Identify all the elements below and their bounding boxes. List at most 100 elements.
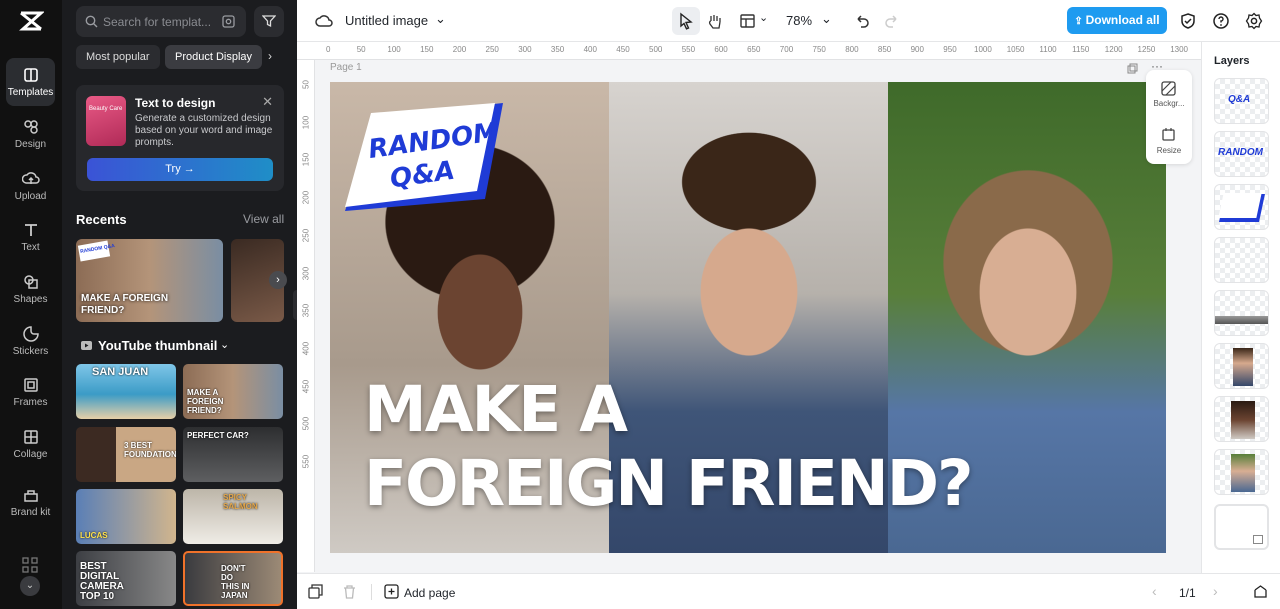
template-tile[interactable]: BEST DIGITAL CAMERA TOP 10 <box>76 551 176 606</box>
layer-item[interactable] <box>1214 184 1269 230</box>
settings-gear-icon[interactable] <box>1245 12 1263 30</box>
delete-page-icon[interactable] <box>342 584 357 599</box>
search-input[interactable]: Search for templat... <box>103 15 211 29</box>
ruler-tick: 450 <box>616 45 630 54</box>
chevron-down-icon[interactable]: ⌄ <box>821 11 832 27</box>
sidebar-item-label: Shapes <box>13 294 48 305</box>
ruler-tick: 200 <box>452 45 467 54</box>
youtube-thumbnail-title[interactable]: YouTube thumbnail <box>98 338 217 353</box>
hand-icon[interactable] <box>706 12 724 30</box>
sidebar-item-shapes[interactable]: Shapes <box>6 265 55 313</box>
app-root: Templates Design Upload Text Shapes Stic… <box>0 0 1280 609</box>
headline-line-1[interactable]: MAKE A <box>364 378 628 441</box>
sidebar-item-collage[interactable]: Collage <box>6 420 55 468</box>
template-search-box[interactable]: Search for templat... <box>76 6 246 37</box>
redo-icon[interactable] <box>883 12 901 30</box>
page-label: Page 1 <box>330 62 362 73</box>
ruler-tick: 850 <box>877 45 892 54</box>
layer-item[interactable] <box>1214 396 1269 442</box>
ruler-tick: 800 <box>845 45 859 54</box>
layer-item[interactable] <box>1214 449 1269 495</box>
image-search-icon[interactable] <box>222 15 235 28</box>
chevron-down-icon[interactable]: ⌄ <box>220 338 229 351</box>
ruler-tick: 100 <box>387 45 401 54</box>
layer-item[interactable] <box>1214 343 1269 389</box>
design-icon <box>23 120 38 134</box>
capcut-logo[interactable] <box>18 9 44 33</box>
youtube-icon <box>81 341 92 350</box>
background-tool-label[interactable]: Backgr... <box>1146 99 1192 108</box>
help-icon[interactable] <box>1212 12 1230 30</box>
sidebar-item-templates[interactable]: Templates <box>6 58 55 106</box>
resize-tool-label[interactable]: Resize <box>1146 146 1192 155</box>
sidebar-item-frames[interactable]: Frames <box>6 368 55 416</box>
canvas-area[interactable]: Page 1 ··· RANDOM Q&A MAKE A FOREIGN FRI… <box>315 59 1201 572</box>
template-tile[interactable]: PERFECT CAR? <box>183 427 283 482</box>
sidebar-item-stickers[interactable]: Stickers <box>6 317 55 365</box>
ruler-tick: 1050 <box>1006 45 1025 54</box>
close-icon[interactable]: ✕ <box>262 94 273 110</box>
ruler-tick: 550 <box>301 454 311 469</box>
ruler-tick: 450 <box>301 379 311 393</box>
background-icon[interactable] <box>1161 81 1176 96</box>
vertical-ruler: 50 100 150 200 250 300 350 400 450 500 550 <box>297 60 315 572</box>
ruler-tick: 300 <box>518 45 532 54</box>
template-tile[interactable]: LUCAS <box>76 489 176 544</box>
add-page-icon[interactable] <box>384 584 399 599</box>
canvas-side-tools: Backgr... Resize <box>1146 70 1192 164</box>
sidebar-item-text[interactable]: Text <box>6 213 55 261</box>
bottom-toolbar: Add page ‹ 1/1 › <box>297 573 1280 609</box>
undo-icon[interactable] <box>853 12 871 30</box>
resize-icon[interactable] <box>1161 127 1176 142</box>
pages-panel-icon[interactable] <box>1253 584 1268 599</box>
ruler-tick: 550 <box>681 45 696 54</box>
zoom-level[interactable]: 78% <box>786 13 812 28</box>
add-page-button[interactable]: Add page <box>404 586 455 600</box>
document-title[interactable]: Untitled image <box>345 13 428 28</box>
download-all-button[interactable]: ⇪ Download all <box>1067 7 1167 34</box>
design-artboard[interactable]: RANDOM Q&A MAKE A FOREIGN FRIEND? <box>330 82 1166 553</box>
layer-item[interactable] <box>1214 290 1269 336</box>
template-tile[interactable]: MAKE A FOREIGN FRIEND? <box>183 364 283 419</box>
ruler-tick: 650 <box>747 45 761 54</box>
duplicate-page-icon[interactable] <box>308 584 323 599</box>
template-tile[interactable]: DON'T DO THIS IN JAPAN <box>183 551 283 606</box>
template-tile[interactable]: SAN JUAN <box>76 364 176 419</box>
brand-kit-icon <box>23 490 38 502</box>
headline-line-2[interactable]: FOREIGN FRIEND? <box>364 452 974 515</box>
ruler-tick: 1250 <box>1137 45 1156 54</box>
layer-item[interactable]: RANDOM <box>1214 131 1269 177</box>
try-button[interactable]: Try → <box>87 158 273 181</box>
chevron-down-icon[interactable]: ⌄ <box>759 11 768 24</box>
next-page-icon[interactable]: › <box>1213 583 1218 599</box>
layout-icon[interactable] <box>739 12 757 30</box>
shield-icon[interactable] <box>1179 12 1197 30</box>
layer-item[interactable]: Q&A <box>1214 78 1269 124</box>
apps-grid-icon[interactable] <box>22 557 38 573</box>
sidebar-item-brand-kit[interactable]: Brand kit <box>6 476 55 528</box>
chip-most-popular[interactable]: Most popular <box>76 45 160 69</box>
template-tile[interactable]: 3 BEST FOUNDATIONS <box>76 427 176 482</box>
background-layer-icon <box>1253 535 1263 544</box>
chevron-down-icon[interactable]: ⌄ <box>435 11 446 27</box>
recents-next-icon[interactable]: › <box>269 271 287 289</box>
previous-page-icon[interactable]: ‹ <box>1152 583 1157 599</box>
chip-product-display[interactable]: Product Display <box>165 45 263 69</box>
chips-next-icon[interactable]: › <box>268 49 272 63</box>
template-tile[interactable]: SPICY SALMON <box>183 489 283 544</box>
search-icon <box>85 15 98 28</box>
select-tool-button[interactable] <box>672 7 700 35</box>
filter-button[interactable] <box>254 6 284 37</box>
layer-item[interactable] <box>1214 504 1269 550</box>
cloud-icon[interactable] <box>315 12 333 30</box>
ruler-tick: 50 <box>356 45 366 54</box>
page-copy-icon[interactable] <box>1127 63 1138 74</box>
view-all-link[interactable]: View all <box>243 212 284 226</box>
shapes-icon <box>23 275 38 289</box>
collapse-rail-button[interactable]: ⌄ <box>20 576 40 596</box>
layer-item[interactable] <box>1214 237 1269 283</box>
sidebar-item-label: Frames <box>13 397 48 408</box>
sidebar-item-upload[interactable]: Upload <box>6 162 55 210</box>
recent-design-thumbnail[interactable]: RANDOM Q&A MAKE A FOREIGN FRIEND? <box>76 239 223 322</box>
sidebar-item-design[interactable]: Design <box>6 110 55 158</box>
